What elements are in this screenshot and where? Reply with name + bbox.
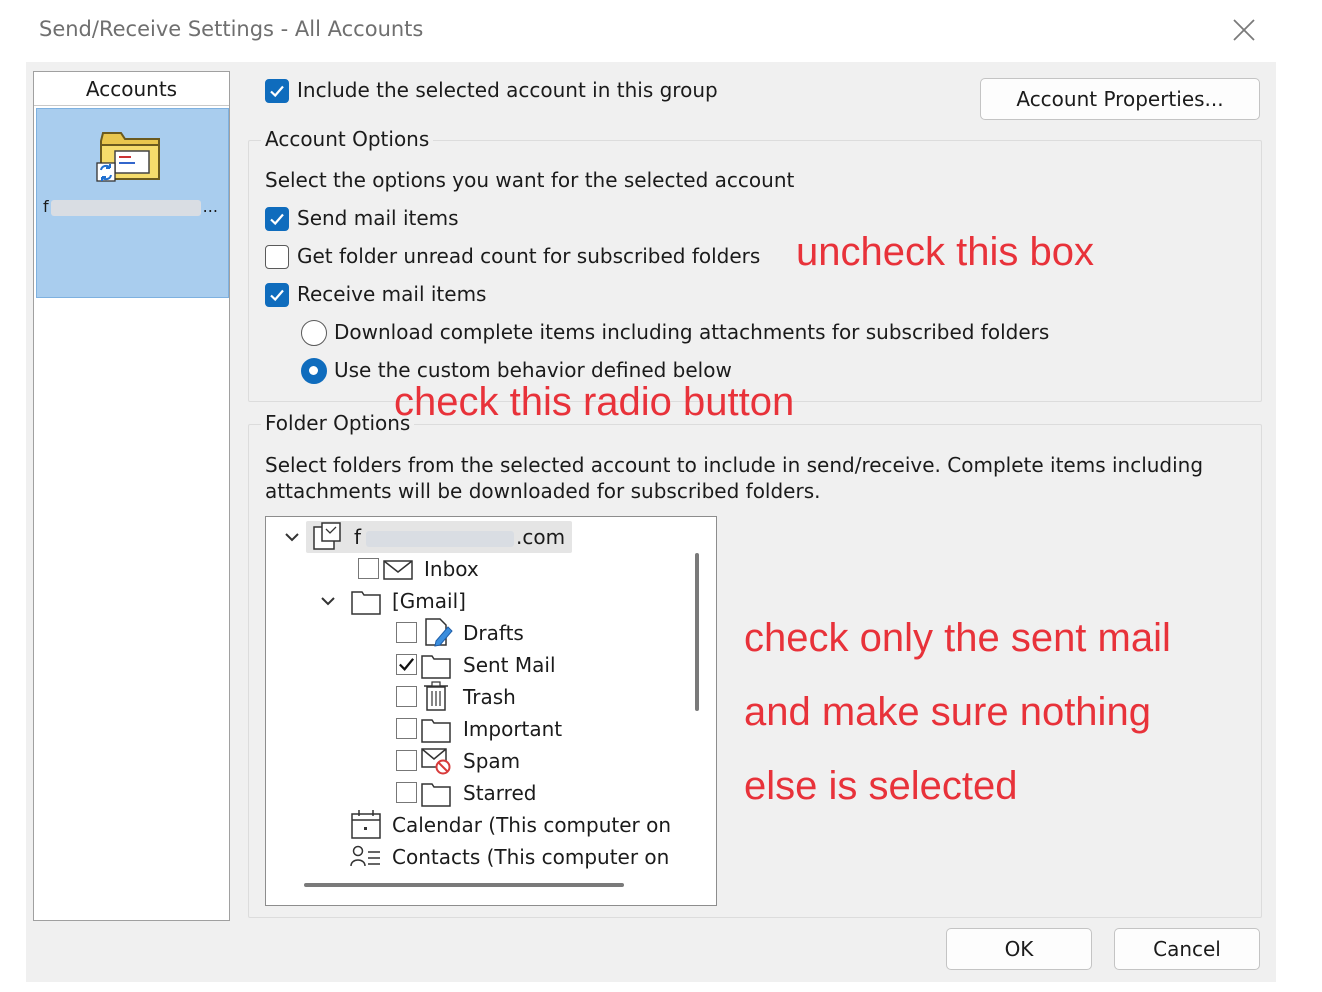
folder-icon — [421, 719, 451, 743]
annotation-uncheck: uncheck this box — [796, 230, 1094, 274]
folder-icon — [351, 591, 381, 615]
mail-envelope-icon — [383, 560, 413, 580]
close-button[interactable] — [1226, 12, 1262, 48]
accounts-list: Accounts f... — [33, 71, 230, 921]
cancel-button[interactable]: Cancel — [1114, 928, 1260, 970]
tree-row-sent-mail[interactable]: Sent Mail — [266, 649, 706, 681]
tree-row-contacts[interactable]: Contacts (This computer on — [266, 841, 706, 873]
account-options-title: Account Options — [261, 127, 434, 151]
tree-row-root[interactable]: f .com — [266, 521, 706, 553]
close-icon — [1233, 19, 1255, 41]
sent-mail-checkbox[interactable] — [396, 654, 417, 675]
contacts-icon — [350, 845, 380, 867]
custom-behavior-label: Use the custom behavior defined below — [334, 358, 732, 382]
tree-row-trash[interactable]: Trash — [266, 681, 706, 713]
include-account-label: Include the selected account in this gro… — [297, 78, 718, 102]
unread-count-checkbox[interactable] — [265, 245, 289, 269]
annotation-line-1: check only the sent mail — [744, 616, 1171, 660]
calendar-icon — [351, 810, 381, 839]
tree-row-inbox[interactable]: Inbox — [266, 553, 706, 585]
tree-row-starred[interactable]: Starred — [266, 777, 706, 809]
checkmark-icon — [270, 85, 284, 98]
trash-icon — [424, 681, 448, 711]
folder-tree[interactable]: f .com Inbox [Gmail] Drafts Sent Mail Tr… — [265, 516, 717, 906]
custom-behavior-radio[interactable] — [301, 358, 327, 384]
tree-row-important[interactable]: Important — [266, 713, 706, 745]
annotation-line-3: else is selected — [744, 764, 1018, 808]
download-complete-label: Download complete items including attach… — [334, 320, 1050, 344]
horizontal-scrollbar[interactable] — [304, 883, 624, 887]
folder-options-description-2: attachments will be downloaded for subsc… — [265, 479, 821, 503]
tree-row-drafts[interactable]: Drafts — [266, 617, 706, 649]
tree-row-gmail[interactable]: [Gmail] — [266, 585, 706, 617]
send-mail-checkbox[interactable] — [265, 207, 289, 231]
trash-checkbox[interactable] — [396, 686, 417, 707]
important-checkbox[interactable] — [396, 718, 417, 739]
annotation-radio: check this radio button — [394, 380, 795, 424]
account-name: f... — [43, 197, 218, 216]
title-bar: Send/Receive Settings - All Accounts — [0, 0, 1276, 62]
window-title: Send/Receive Settings - All Accounts — [39, 17, 424, 41]
folder-options-description-1: Select folders from the selected account… — [265, 453, 1204, 477]
folder-icon — [421, 783, 451, 807]
receive-mail-checkbox[interactable] — [265, 283, 289, 307]
chevron-down-icon[interactable] — [318, 591, 338, 611]
receive-mail-label: Receive mail items — [297, 282, 487, 306]
account-item[interactable]: f... — [36, 108, 229, 298]
account-options-description: Select the options you want for the sele… — [265, 168, 795, 192]
checkmark-icon — [270, 289, 284, 302]
account-folder-sync-icon — [96, 132, 160, 182]
download-complete-radio[interactable] — [301, 320, 327, 346]
annotation-line-2: and make sure nothing — [744, 690, 1151, 734]
vertical-scrollbar[interactable] — [695, 553, 699, 711]
checkmark-icon — [270, 213, 284, 226]
inbox-checkbox[interactable] — [358, 558, 379, 579]
starred-checkbox[interactable] — [396, 782, 417, 803]
send-mail-label: Send mail items — [297, 206, 459, 230]
chevron-down-icon[interactable] — [282, 527, 302, 547]
accounts-header[interactable]: Accounts — [34, 72, 229, 106]
mailbox-root-icon — [313, 522, 341, 550]
send-receive-dialog: Send/Receive Settings - All Accounts Acc… — [0, 0, 1276, 982]
include-account-checkbox[interactable] — [265, 79, 289, 103]
spam-icon — [421, 748, 451, 775]
redacted-text — [366, 531, 514, 547]
tree-row-spam[interactable]: Spam — [266, 745, 706, 777]
ok-button[interactable]: OK — [946, 928, 1092, 970]
drafts-checkbox[interactable] — [396, 622, 417, 643]
unread-count-label: Get folder unread count for subscribed f… — [297, 244, 761, 268]
folder-options-title: Folder Options — [261, 411, 415, 435]
redacted-text — [50, 199, 201, 216]
checkmark-icon — [399, 658, 415, 671]
spam-checkbox[interactable] — [396, 750, 417, 771]
folder-icon — [421, 655, 451, 679]
drafts-icon — [425, 618, 453, 647]
tree-row-calendar[interactable]: Calendar (This computer on — [266, 809, 706, 841]
account-properties-button[interactable]: Account Properties... — [980, 78, 1260, 120]
